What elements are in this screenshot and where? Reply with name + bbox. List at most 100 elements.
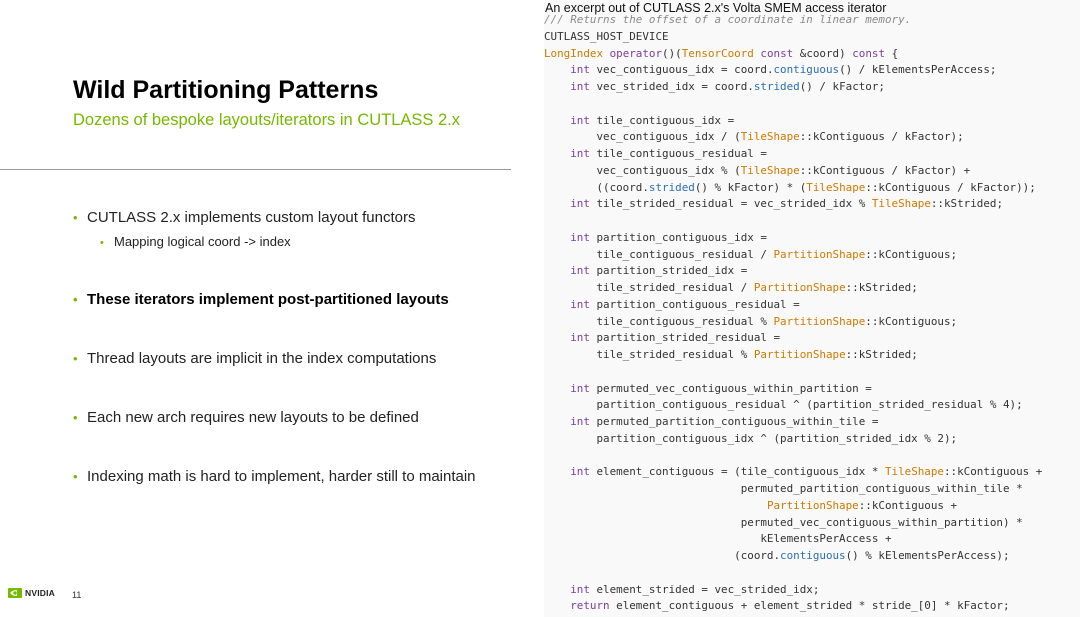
code-token: PartitionShape <box>773 314 866 328</box>
code-line: LongIndex operator()(TensorCoord const &… <box>544 46 1042 63</box>
code-token: partition_strided_idx = <box>589 264 748 278</box>
bullet-text: Thread layouts are implicit in the index… <box>87 350 437 367</box>
code-token: vec_contiguous_idx = coord. <box>589 63 774 77</box>
code-token: tile_contiguous_residual = <box>589 147 767 160</box>
code-token: TensorCoord <box>681 46 754 60</box>
code-token: return <box>570 599 610 613</box>
code-token: vec_contiguous_idx / ( <box>544 130 741 144</box>
code-token: partition_strided_residual = <box>589 331 781 345</box>
code-line: int partition_strided_idx = <box>544 263 1042 280</box>
code-token: partition_contiguous_residual = <box>589 297 800 311</box>
code-token: ::kContiguous; <box>865 314 958 328</box>
code-line: partition_contiguous_idx ^ (partition_st… <box>544 431 1042 448</box>
code-line: tile_contiguous_residual % PartitionShap… <box>544 314 1042 331</box>
code-token: (coord. <box>544 549 781 562</box>
code-token: const <box>852 46 886 60</box>
code-line: int element_contiguous = (tile_contiguou… <box>544 464 1042 481</box>
page-number: 11 <box>72 590 82 600</box>
bullet-text: CUTLASS 2.x implements custom layout fun… <box>87 209 416 226</box>
code-token: ::kContiguous / kFactor)); <box>865 180 1036 194</box>
code-token: partition_contiguous_residual ^ (partiti… <box>544 398 1023 412</box>
code-token: ::kStrided; <box>930 197 1003 211</box>
code-token: tile_contiguous_residual / <box>544 247 774 261</box>
code-line: int vec_contiguous_idx = coord.contiguou… <box>544 62 1042 79</box>
code-line: int permuted_partition_contiguous_within… <box>544 414 1042 431</box>
code-token: vec_strided_idx = coord. <box>589 80 754 93</box>
code-token: element_contiguous + element_strided * s… <box>609 599 1010 613</box>
slide-title: Wild Partitioning Patterns <box>73 76 379 104</box>
code-line: int tile_contiguous_residual = <box>544 146 1042 163</box>
code-token: () / kElementsPerAccess; <box>839 63 997 77</box>
code-token: contiguous <box>773 63 840 77</box>
code-token: tile_strided_residual = vec_strided_idx … <box>589 197 872 211</box>
code-line: int partition_contiguous_idx = <box>544 230 1042 247</box>
code-token: int <box>570 264 590 278</box>
code-line: int element_strided = vec_strided_idx; <box>544 582 1042 599</box>
code-line: permuted_vec_contiguous_within_partition… <box>544 515 1042 532</box>
code-token: strided <box>753 80 800 93</box>
logo-text: NVIDIA <box>25 588 56 598</box>
code-token: PartitionShape <box>773 247 866 261</box>
code-token: () / kFactor; <box>799 80 885 93</box>
sub-bullet-text: Mapping logical coord -> index <box>114 234 291 249</box>
code-token: ::kStrided; <box>845 348 918 361</box>
bullet-marker: • <box>100 237 104 249</box>
code-token: int <box>570 415 590 428</box>
bullet-marker: • <box>73 351 78 366</box>
code-token: element_strided = vec_strided_idx; <box>589 582 820 596</box>
code-line: int vec_strided_idx = coord.strided() / … <box>544 79 1042 96</box>
code-token: vec_contiguous_idx % ( <box>544 163 741 177</box>
code-block: /// Returns the offset of a coordinate i… <box>544 12 1042 615</box>
code-token: ()( <box>662 46 682 60</box>
code-token: operator <box>609 46 663 60</box>
code-token: strided <box>648 180 695 194</box>
bullet-item: • Thread layouts are implicit in the inde… <box>73 350 436 367</box>
bullet-marker: • <box>73 469 78 484</box>
code-line: tile_contiguous_residual / PartitionShap… <box>544 247 1042 264</box>
code-line: /// Returns the offset of a coordinate i… <box>544 12 1042 29</box>
code-token: int <box>570 582 590 596</box>
bullet-item: • These iterators implement post-partitio… <box>73 291 449 308</box>
code-token: { <box>885 46 899 60</box>
code-token: CUTLASS_HOST_DEVICE <box>544 29 669 43</box>
code-token: () % kElementsPerAccess); <box>845 549 1010 562</box>
code-token: int <box>570 465 590 479</box>
code-token: tile_strided_residual % <box>544 348 754 361</box>
sub-bullet-item: • Mapping logical coord -> index <box>100 234 291 249</box>
bullet-item: • Indexing math is hard to implement, har… <box>73 468 476 485</box>
code-token: ::kContiguous / kFactor) + <box>799 163 971 177</box>
code-token: LongIndex <box>544 46 604 60</box>
code-token: int <box>570 147 590 160</box>
code-line: PartitionShape::kContiguous + <box>544 498 1042 515</box>
code-token: tile_contiguous_idx = <box>589 113 735 127</box>
code-token: ::kContiguous; <box>865 247 958 261</box>
code-token: int <box>570 297 590 311</box>
bullet-marker: • <box>73 292 78 307</box>
code-line: kElementsPerAccess + <box>544 531 1042 548</box>
code-token: int <box>570 230 590 244</box>
code-token: TileShape <box>740 130 800 144</box>
bullet-item: • Each new arch requires new layouts to b… <box>73 409 419 426</box>
slide-subtitle: Dozens of bespoke layouts/iterators in C… <box>73 111 461 129</box>
bullet-text: These iterators implement post-partition… <box>87 291 449 308</box>
nvidia-logo: NVIDIA <box>8 588 55 598</box>
code-token: int <box>570 113 590 127</box>
code-token: kElementsPerAccess + <box>544 532 892 546</box>
code-line: int partition_contiguous_residual = <box>544 297 1042 314</box>
code-token: TileShape <box>806 180 866 194</box>
code-token: PartitionShape <box>766 498 859 512</box>
code-token: ::kContiguous + <box>943 465 1043 479</box>
